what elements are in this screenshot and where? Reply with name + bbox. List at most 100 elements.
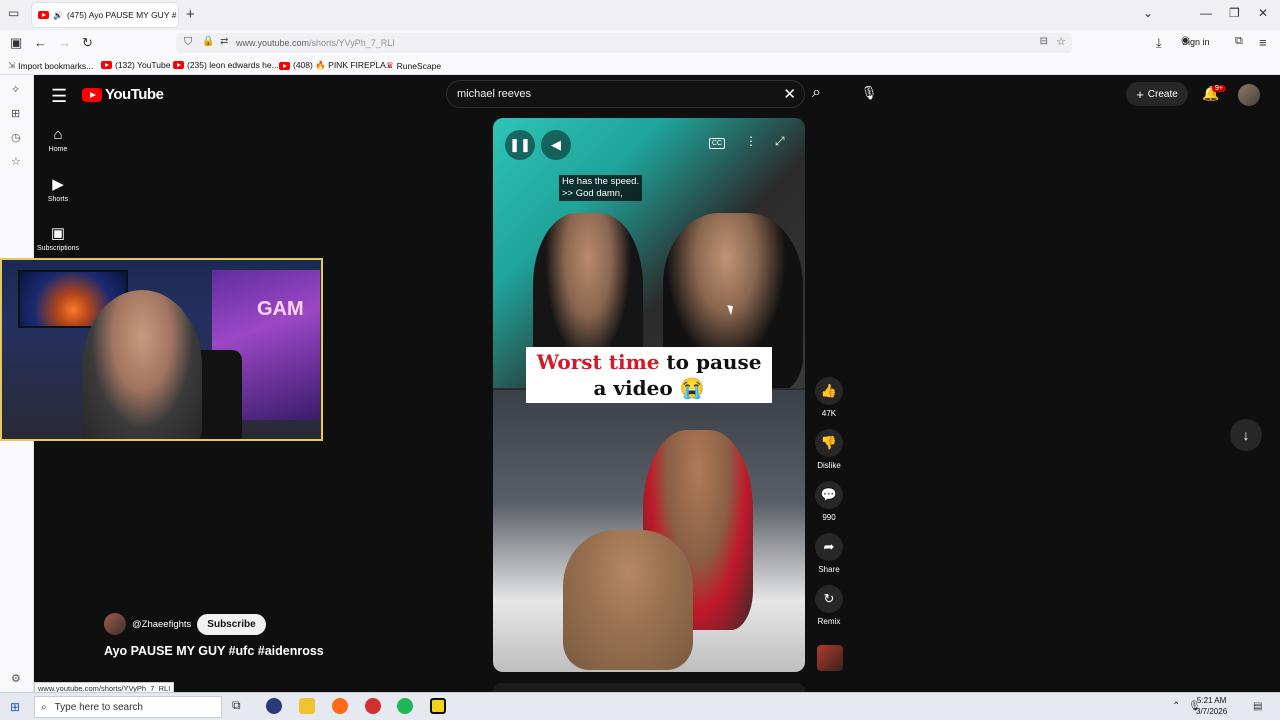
browser-tab-bar: ▭ 🔊 (475) Ayo PAUSE MY GUY # ✕ + ⌄ — ❐ ✕ xyxy=(0,0,1280,30)
shield-icon[interactable]: ⛉ xyxy=(184,36,192,49)
comments-button[interactable]: 💬 990 xyxy=(814,481,844,522)
guide-shorts[interactable]: ▶ Shorts xyxy=(34,175,82,203)
synced-tabs-icon[interactable]: ⊞ xyxy=(11,107,20,120)
restore-button[interactable]: ❐ xyxy=(1229,6,1240,20)
search-value: michael reeves xyxy=(457,88,531,100)
history-icon[interactable]: ◷ xyxy=(11,131,21,144)
create-button[interactable]: + Create xyxy=(1126,82,1188,106)
task-view-icon[interactable]: ⧉ xyxy=(232,698,248,714)
bookmark-leon-edwards[interactable]: (235) leon edwards he... xyxy=(173,60,279,70)
settings-gear-icon[interactable]: ⚙ xyxy=(11,672,21,685)
next-short-button[interactable]: ↓ xyxy=(1230,419,1262,451)
window-close-button[interactable]: ✕ xyxy=(1258,6,1268,20)
search-input[interactable]: michael reeves ✕ xyxy=(446,80,805,108)
firefox-icon[interactable] xyxy=(332,698,348,714)
bookmark-import[interactable]: ⇲ Import bookmarks... xyxy=(8,60,93,71)
windows-taskbar: ⊞ ⌕ Type here to search ⧉ ⌃ 🎙 5:21 AM 3/… xyxy=(0,692,1280,720)
video-overlay-text: Worst time to pause a video 😭 xyxy=(526,347,772,403)
windows-start-icon[interactable]: ⊞ xyxy=(10,700,20,714)
runescape-icon: ♛ xyxy=(386,60,394,70)
address-bar[interactable]: ⛉ 🔒 ⇄ www.youtube.com/shorts/YVyPh_7_RLI… xyxy=(176,33,1072,53)
back-button[interactable]: ← xyxy=(34,35,47,50)
volume-button[interactable]: ◀ xyxy=(541,130,571,160)
notification-badge: 9+ xyxy=(1212,85,1226,92)
bookmark-label: (235) leon edwards he... xyxy=(187,60,279,70)
shorts-player[interactable]: ❚❚ ◀ CC ⋮ ⤢ He has the speed. >> God dam… xyxy=(493,118,805,672)
minimize-button[interactable]: — xyxy=(1200,6,1212,20)
permissions-icon[interactable]: ⇄ xyxy=(220,36,228,47)
video-fighter-lunging xyxy=(563,530,693,670)
thumbs-down-icon: 👎 xyxy=(815,429,843,457)
more-options-icon[interactable]: ⋮ xyxy=(745,134,757,148)
subscribe-button[interactable]: Subscribe xyxy=(197,613,266,635)
sound-avatar[interactable] xyxy=(817,645,843,671)
reader-view-icon[interactable]: ⊟ xyxy=(1040,36,1048,47)
taskbar-search-input[interactable]: ⌕ Type here to search xyxy=(34,696,222,718)
youtube-logo[interactable]: YouTube xyxy=(82,86,164,103)
tray-chevron-icon[interactable]: ⌃ xyxy=(1172,701,1180,712)
url-path: /shorts/YVyPh_7_RLI xyxy=(309,38,395,48)
app-icon-3[interactable] xyxy=(430,698,446,714)
pause-button[interactable]: ❚❚ xyxy=(505,130,535,160)
subscriptions-icon: ▣ xyxy=(50,225,66,242)
extensions-icon[interactable]: ⧉ xyxy=(1235,35,1243,48)
comment-count: 990 xyxy=(822,513,836,522)
bookmark-runescape[interactable]: ♛ RuneScape xyxy=(386,60,441,71)
channel-avatar[interactable] xyxy=(104,613,126,635)
clear-search-icon[interactable]: ✕ xyxy=(783,85,796,103)
like-button[interactable]: 👍 47K xyxy=(814,377,844,418)
speaker-icon[interactable]: 🔊 xyxy=(53,11,63,20)
bookmark-label: RuneScape xyxy=(396,60,442,71)
ai-chat-icon[interactable]: ✧ xyxy=(11,83,20,96)
overlay-text-red: Worst time xyxy=(536,350,660,374)
spotify-icon[interactable] xyxy=(397,698,413,714)
reload-button[interactable]: ↻ xyxy=(82,35,93,51)
notification-center-icon[interactable]: ▤ xyxy=(1253,701,1262,712)
video-title[interactable]: Ayo PAUSE MY GUY #ufc #aidenross xyxy=(104,644,324,658)
remix-button[interactable]: ↻ Remix xyxy=(814,585,844,626)
guide-home[interactable]: ⌂ Home xyxy=(34,126,82,153)
fullscreen-icon[interactable]: ⤢ xyxy=(775,134,785,149)
forward-button[interactable]: → xyxy=(58,35,71,50)
hamburger-menu-icon[interactable]: ☰ xyxy=(51,86,67,107)
tab-overflow-chevron-icon[interactable]: ⌄ xyxy=(1143,6,1153,20)
app-icon-1[interactable] xyxy=(266,698,282,714)
import-icon: ⇲ xyxy=(8,60,16,70)
bookmark-star-icon[interactable]: ☆ xyxy=(1056,35,1066,48)
app-icon-2[interactable] xyxy=(365,698,381,714)
remix-label: Remix xyxy=(817,617,841,626)
like-count: 47K xyxy=(821,409,837,418)
channel-name[interactable]: @Zhaeefights xyxy=(132,619,191,630)
search-icon[interactable]: ⌕ xyxy=(812,84,821,102)
microphone-icon[interactable]: 🎙 xyxy=(857,81,881,105)
guide-subscriptions[interactable]: ▣ Subscriptions xyxy=(34,224,82,252)
new-tab-button[interactable]: + xyxy=(186,6,195,23)
url-host: www.youtube.com xyxy=(236,38,310,48)
menu-icon[interactable]: ≡ xyxy=(1259,35,1267,50)
user-avatar[interactable] xyxy=(1238,84,1260,106)
guide-label: Shorts xyxy=(47,196,69,203)
sidebar-toggle-icon[interactable]: ▣ xyxy=(10,35,22,51)
youtube-favicon-icon xyxy=(38,11,49,19)
bookmark-label: (408) 🔥 PINK FIREPLA... xyxy=(293,60,393,70)
clock-time: 5:21 AM xyxy=(1196,696,1227,705)
bookmark-label: Import bookmarks... xyxy=(18,60,94,71)
downloads-icon[interactable]: ⤓ xyxy=(1156,35,1162,51)
captions-button[interactable]: CC xyxy=(709,138,726,149)
bookmark-youtube[interactable]: (132) YouTube xyxy=(101,60,170,70)
lock-icon[interactable]: 🔒 xyxy=(202,36,214,47)
plus-icon: + xyxy=(1136,86,1144,102)
bookmark-pink-fireplace[interactable]: (408) 🔥 PINK FIREPLA... xyxy=(279,60,393,71)
share-icon: ➦ xyxy=(815,533,843,561)
taskbar-search-placeholder: Type here to search xyxy=(54,701,143,713)
tab-list-icon[interactable]: ▭ xyxy=(8,6,19,20)
browser-tab-active[interactable]: 🔊 (475) Ayo PAUSE MY GUY # ✕ xyxy=(32,3,178,27)
dislike-button[interactable]: 👎 Dislike xyxy=(814,429,844,470)
sign-in-link[interactable]: Sign in xyxy=(1182,37,1210,47)
bookmarks-icon[interactable]: ☆ xyxy=(11,155,21,168)
share-button[interactable]: ➦ Share xyxy=(814,533,844,574)
bookmark-label: (132) YouTube xyxy=(115,60,171,70)
taskbar-clock[interactable]: 5:21 AM 3/7/2026 xyxy=(1196,695,1227,717)
youtube-logo-icon xyxy=(82,87,102,102)
file-explorer-icon[interactable] xyxy=(299,698,315,714)
